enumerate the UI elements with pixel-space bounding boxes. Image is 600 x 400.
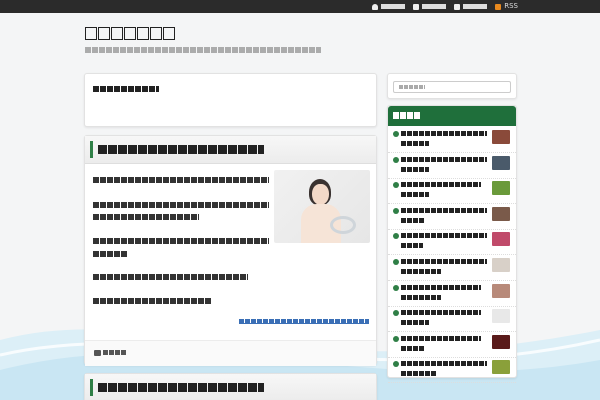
intro-text [93, 86, 159, 92]
thumb-face [312, 184, 329, 205]
sidebar-item-title-line2 [401, 320, 429, 326]
page-icon [413, 3, 420, 10]
topnav-item[interactable] [413, 0, 447, 13]
category-link[interactable] [103, 350, 127, 355]
sidebar-list-item[interactable] [388, 204, 516, 230]
site-title[interactable] [85, 27, 175, 40]
topnav-label [422, 4, 447, 9]
bullet-icon [393, 207, 399, 214]
sidebar-item-title [401, 233, 487, 239]
search-input[interactable] [393, 81, 511, 93]
topnav-item[interactable] [454, 0, 488, 13]
topnav-item[interactable] [372, 0, 406, 13]
sidebar-item-thumbnail[interactable] [492, 334, 510, 349]
sidebar-item-title [401, 335, 481, 341]
sidebar-item-thumbnail[interactable] [492, 130, 510, 144]
post-paragraph [93, 251, 127, 257]
post-paragraph [93, 214, 199, 220]
title-accent [90, 379, 93, 396]
user-icon [372, 3, 379, 10]
search-placeholder [399, 85, 425, 89]
post-card [84, 373, 377, 400]
bullet-icon [393, 335, 399, 342]
sidebar-item-thumbnail[interactable] [492, 309, 510, 324]
sidebar-item-title-line2 [401, 141, 429, 146]
sidebar-item-thumbnail[interactable] [492, 360, 510, 375]
sidebar-item-thumbnail[interactable] [492, 283, 510, 298]
post-footer [85, 340, 376, 366]
post-paragraph [93, 274, 248, 280]
sidebar-item-title [401, 310, 481, 316]
sidebar-list-item[interactable] [388, 153, 516, 179]
sidebar-item-title-line2 [401, 166, 429, 172]
sidebar-list-item[interactable] [388, 255, 516, 281]
topnav-label: RSS [504, 2, 518, 10]
sidebar-item-thumbnail[interactable] [492, 258, 510, 272]
widget-heading-text [393, 112, 421, 119]
sidebar-list-item[interactable] [388, 306, 516, 333]
sidebar-item-title-line2 [401, 192, 429, 198]
sidebar-list-item[interactable] [388, 357, 516, 384]
page-icon [454, 3, 461, 10]
post-title[interactable] [98, 383, 264, 392]
folder-icon [94, 350, 101, 356]
post-header [85, 374, 376, 400]
sidebar-list-item[interactable] [388, 178, 516, 205]
sidebar-item-title [401, 284, 481, 290]
sidebar-item-title [401, 207, 487, 213]
sidebar-list-item[interactable] [388, 127, 516, 153]
topnav-label [463, 4, 488, 9]
sidebar-item-title-line2 [401, 243, 423, 249]
sidebar-list-item[interactable] [388, 229, 516, 256]
thumb-ring [330, 216, 356, 234]
title-accent [90, 141, 93, 158]
read-more-link[interactable] [239, 319, 369, 324]
sidebar-item-thumbnail[interactable] [492, 232, 510, 247]
intro-card [84, 73, 377, 127]
sidebar-item-thumbnail[interactable] [492, 181, 510, 196]
post-paragraph [93, 298, 211, 304]
sidebar-item-title-line2 [401, 269, 441, 274]
bullet-icon [393, 131, 399, 137]
bullet-icon [393, 156, 399, 163]
sidebar-item-thumbnail[interactable] [492, 155, 510, 170]
post-paragraph [93, 177, 269, 183]
sidebar-item-title-line2 [401, 294, 441, 300]
sidebar-item-title-line2 [401, 371, 437, 377]
rss-icon [495, 3, 502, 10]
topnav-label [381, 4, 406, 9]
post-paragraph [93, 202, 269, 208]
bullet-icon [393, 310, 399, 317]
bullet-icon [393, 259, 399, 265]
top-bar: RSS [0, 0, 600, 13]
bullet-icon [393, 361, 399, 368]
topnav-item-rss[interactable]: RSS [495, 0, 518, 13]
sidebar-item-title [401, 131, 487, 136]
post-paragraph [93, 238, 269, 244]
recent-posts-widget [387, 105, 517, 384]
search-widget [387, 73, 517, 99]
sidebar-item-title [401, 361, 487, 367]
post-thumbnail[interactable] [274, 170, 370, 243]
bullet-icon [393, 284, 399, 291]
bullet-icon [393, 182, 399, 189]
bullet-icon [393, 233, 399, 240]
sidebar-item-title-line2 [401, 345, 425, 351]
sidebar-item-thumbnail[interactable] [492, 206, 510, 221]
site-title-glyphs [85, 27, 175, 40]
sidebar-item-title [401, 182, 481, 188]
post-title[interactable] [98, 145, 264, 154]
sidebar-item-title [401, 259, 487, 264]
top-nav: RSS [372, 0, 518, 13]
widget-heading [388, 106, 516, 126]
post-header [85, 136, 376, 164]
sidebar-item-title-line2 [401, 217, 425, 223]
sidebar-item-title [401, 156, 487, 162]
sidebar-list-item[interactable] [388, 281, 516, 307]
sidebar-list-item[interactable] [388, 332, 516, 358]
site-tagline [85, 47, 321, 53]
